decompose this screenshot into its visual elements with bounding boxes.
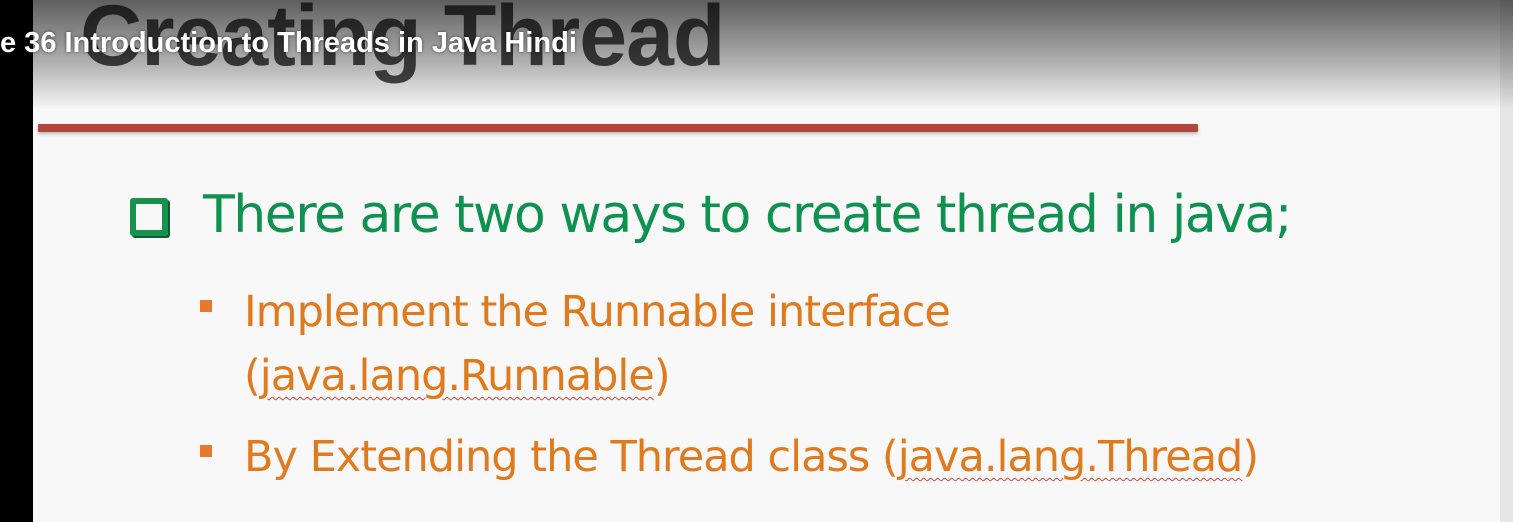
paren-close: ): [653, 351, 671, 401]
sub-bullet-thread: By Extending the Thread class (java.lang…: [200, 425, 1259, 489]
heading-divider: [38, 124, 1198, 132]
sub-bullet-line: (java.lang.Runnable): [244, 344, 950, 408]
paren-open: (: [244, 351, 261, 401]
checkbox-icon: [130, 198, 168, 236]
presentation-slide: Creating Thread There are two ways to cr…: [33, 0, 1500, 522]
sub-bullet-text: Implement the Runnable interface (java.l…: [244, 280, 951, 408]
main-bullet-point: There are two ways to create thread in j…: [130, 185, 1292, 245]
video-title[interactable]: e 36 Introduction to Threads in Java Hin…: [0, 27, 577, 60]
paren-close: ): [1242, 432, 1259, 482]
video-frame[interactable]: Creating Thread There are two ways to cr…: [0, 0, 1513, 522]
square-bullet-icon: [200, 445, 212, 457]
main-bullet-text: There are two ways to create thread in j…: [203, 185, 1292, 245]
class-name-code: java.lang.Thread: [897, 432, 1244, 482]
sub-bullet-line: Implement the Runnable interface: [244, 287, 951, 337]
square-bullet-icon: [200, 300, 212, 312]
sub-bullet-label: By Extending the Thread class (: [244, 432, 899, 482]
class-name-code: java.lang.Runnable: [259, 351, 655, 401]
sub-bullet-text: By Extending the Thread class (java.lang…: [244, 425, 1259, 489]
slide-edge: [1500, 0, 1513, 522]
sub-bullet-runnable: Implement the Runnable interface (java.l…: [200, 280, 951, 408]
